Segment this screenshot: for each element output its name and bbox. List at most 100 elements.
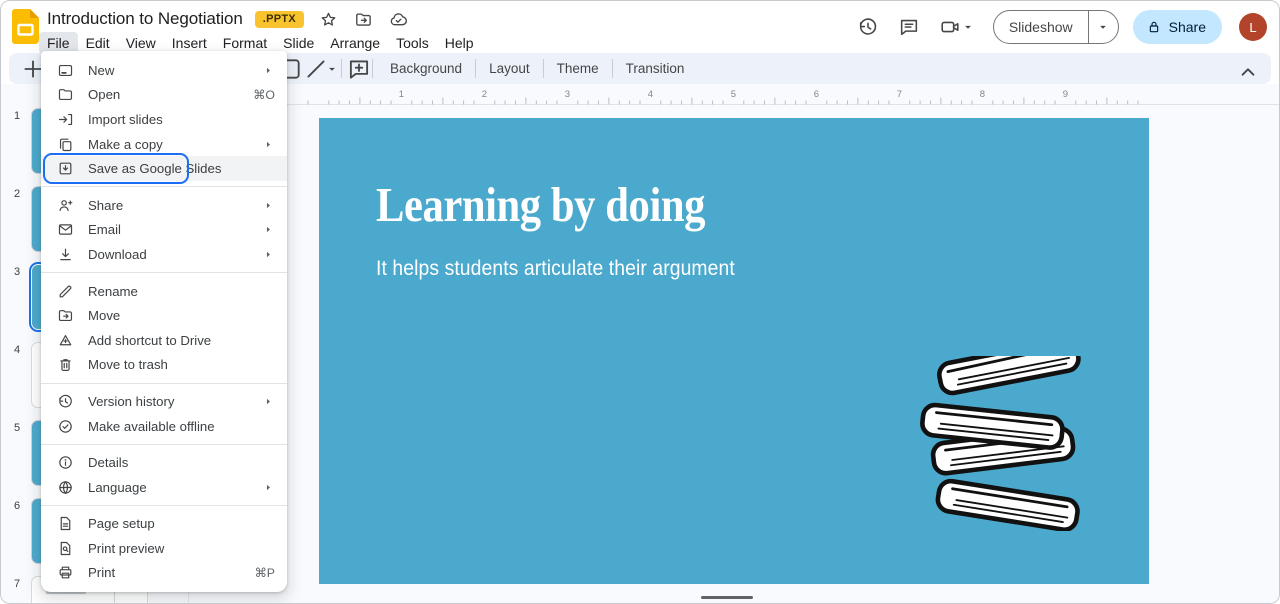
slide-canvas[interactable]: Learning by doing It helps students arti… [319,118,1149,584]
submenu-arrow-icon [262,138,275,151]
menu-item-language[interactable]: Language [41,475,287,500]
menu-item-print[interactable]: Print ⌘P [41,561,287,586]
share-button[interactable]: Share [1133,10,1222,44]
menu-item-open[interactable]: Open⌘O [41,83,287,108]
menu-item-page-setup[interactable]: Page setup [41,512,287,537]
slide-number: 7 [9,578,25,590]
submenu-arrow-icon [262,64,275,77]
menubar-item-arrange[interactable]: Arrange [322,32,388,54]
star-icon[interactable] [319,10,338,29]
menu-item-print-preview[interactable]: Print preview [41,536,287,561]
menu-item-add-shortcut-to-drive[interactable]: Add shortcut to Drive [41,328,287,353]
info-circle-icon [57,454,74,471]
language-globe-icon [57,479,74,496]
menu-item-move-to-trash[interactable]: Move to trash [41,353,287,378]
notes-resize-handle[interactable] [701,596,753,599]
menu-item-label: Save as Google Slides [88,161,275,176]
comments-icon[interactable] [898,16,920,38]
slide-title-text[interactable]: Learning by doing [376,176,705,233]
slide-number: 3 [9,266,25,278]
submenu-arrow-icon [262,223,275,236]
menu-item-download[interactable]: Download [41,242,287,267]
toolbar-divider [341,59,342,78]
menu-item-import-slides[interactable]: Import slides [41,107,287,132]
lock-icon [1146,19,1162,35]
header: Introduction to Negotiation .PPTX FileEd… [1,1,1279,53]
chevron-down-icon[interactable] [961,20,975,34]
toolbar-divider [372,59,373,78]
menu-item-share[interactable]: Share [41,193,287,218]
line-options-chevron-icon[interactable] [325,62,339,76]
version-history-icon[interactable] [857,16,879,38]
drive-shortcut-add-icon [57,332,74,349]
menu-item-make-available-offline[interactable]: Make available offline [41,414,287,439]
menu-item-label: Details [88,455,275,470]
slideshow-dropdown-button[interactable] [1088,11,1118,43]
menu-item-label: Print preview [88,541,275,556]
printer-icon [57,564,74,581]
email-envelope-icon [57,221,74,238]
menu-item-email[interactable]: Email [41,218,287,243]
menu-item-rename[interactable]: Rename [41,279,287,304]
layout-button[interactable]: Layout [476,56,543,81]
svg-text:1: 1 [399,89,404,100]
chevron-down-icon [1096,20,1110,34]
menu-item-new[interactable]: New [41,58,287,83]
background-button[interactable]: Background [377,56,475,81]
transition-button[interactable]: Transition [613,56,698,81]
submenu-arrow-icon [262,248,275,261]
cloud-saved-icon[interactable] [389,10,408,29]
menu-item-label: Add shortcut to Drive [88,333,275,348]
slide-subtitle-text[interactable]: It helps students articulate their argum… [376,256,735,281]
menu-item-move[interactable]: Move [41,303,287,328]
app-window: Introduction to Negotiation .PPTX FileEd… [0,0,1280,604]
svg-text:2: 2 [482,89,487,100]
menu-item-make-a-copy[interactable]: Make a copy [41,132,287,157]
slide-number: 1 [9,110,25,122]
version-history-clock-icon [57,393,74,410]
svg-text:7: 7 [897,89,902,100]
books-image[interactable] [907,356,1102,531]
move-folder-icon[interactable] [354,10,373,29]
document-title[interactable]: Introduction to Negotiation [47,9,243,29]
svg-text:6: 6 [814,89,819,100]
menu-item-details[interactable]: Details [41,450,287,475]
offline-check-circle-icon [57,418,74,435]
slideshow-button[interactable]: Slideshow [994,11,1088,43]
print-preview-doc-icon [57,540,74,557]
join-call-button[interactable] [939,16,975,38]
menu-item-label: Move to trash [88,357,275,372]
slide-number: 4 [9,344,25,356]
menu-item-label: Print [88,565,245,580]
collapse-menus-button[interactable] [1235,59,1261,85]
share-person-add-icon [57,197,74,214]
menubar-item-help[interactable]: Help [437,32,482,54]
account-avatar[interactable]: L [1239,13,1267,41]
svg-text:9: 9 [1063,89,1068,100]
menu-separator [41,383,287,384]
menu-item-label: Language [88,480,252,495]
keyboard-shortcut: ⌘P [255,566,276,580]
page-setup-doc-icon [57,515,74,532]
add-comment-button[interactable] [346,56,372,82]
menu-item-save-as-google-slides[interactable]: Save as Google Slides [41,156,287,181]
folder-open-icon [57,86,74,103]
keyboard-shortcut: ⌘O [253,88,275,102]
menu-item-version-history[interactable]: Version history [41,389,287,414]
videocam-icon[interactable] [939,16,961,38]
menu-item-label: Version history [88,394,252,409]
menu-item-label: Import slides [88,112,275,127]
new-presentation-icon [57,62,74,79]
theme-button[interactable]: Theme [544,56,612,81]
menu-separator [41,444,287,445]
slides-logo-icon[interactable] [12,9,39,44]
submenu-arrow-icon [262,395,275,408]
import-slides-icon [57,111,74,128]
menubar-item-tools[interactable]: Tools [388,32,437,54]
menu-item-label: Move [88,308,275,323]
slideshow-split-button: Slideshow [993,10,1119,44]
submenu-arrow-icon [262,481,275,494]
menu-separator [41,272,287,273]
menu-item-label: Page setup [88,516,275,531]
slide-number: 2 [9,188,25,200]
